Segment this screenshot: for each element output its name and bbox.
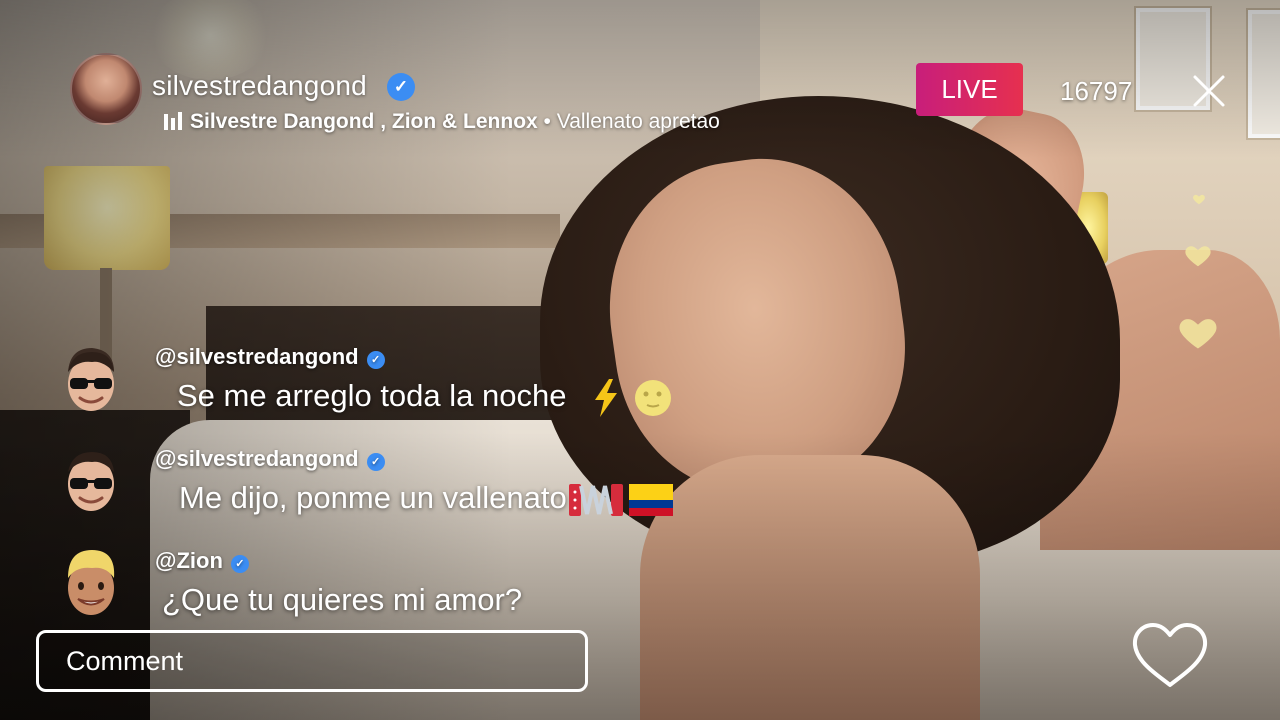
verified-badge-icon: ✓ [387,73,415,101]
verified-badge-icon: ✓ [230,554,249,573]
now-playing-artists: Silvestre Dangond , Zion & Lennox [190,110,538,133]
comment-item: @silvestredangond ✓ Se me arreglo toda la… [0,338,760,438]
comment-input-placeholder: Comment [66,645,184,676]
comment-text: ¿Que tu quieres mi amor? [162,582,523,617]
comment-username[interactable]: @silvestredangond ✓ [155,446,385,472]
comment-username[interactable]: @silvestredangond ✓ [155,344,385,370]
comment-input[interactable]: Comment [36,630,588,692]
comment-item: @silvestredangond ✓ Me dijo, ponme un val… [0,442,760,542]
lightning-emoji [595,378,618,417]
host-avatar[interactable] [70,53,142,125]
live-badge: LIVE [916,63,1023,116]
comment-username[interactable]: @Zion ✓ [155,548,249,574]
memoji-avatar[interactable] [58,442,122,520]
heart-outline-icon[interactable] [1131,621,1209,691]
music-bars-icon [164,112,182,130]
comment-text: Me dijo, ponme un vallenato [179,480,673,520]
host-username[interactable]: silvestredangond [152,70,367,102]
floating-heart-icon [1185,246,1211,267]
comment-text: Se me arreglo toda la noche [177,378,672,417]
floating-heart-icon [1193,194,1205,205]
viewer-count: 16797 [1060,76,1133,106]
floating-heart-icon [1179,319,1217,349]
accordion-emoji [568,484,623,516]
now-playing-separator: • [543,110,551,133]
verified-badge-icon: ✓ [366,350,385,369]
memoji-avatar[interactable] [58,342,122,420]
now-playing[interactable]: Silvestre Dangond , Zion & Lennox • Vall… [164,110,720,134]
verified-badge-icon: ✓ [366,452,385,471]
colombia-flag-emoji [628,484,673,516]
now-playing-song: Vallenato apretao [556,110,720,133]
full-moon-face-emoji [634,379,671,416]
memoji-avatar[interactable] [58,544,122,622]
close-icon[interactable] [1192,74,1226,108]
comment-item: @Zion ✓ ¿Que tu quieres mi amor? [0,544,760,644]
